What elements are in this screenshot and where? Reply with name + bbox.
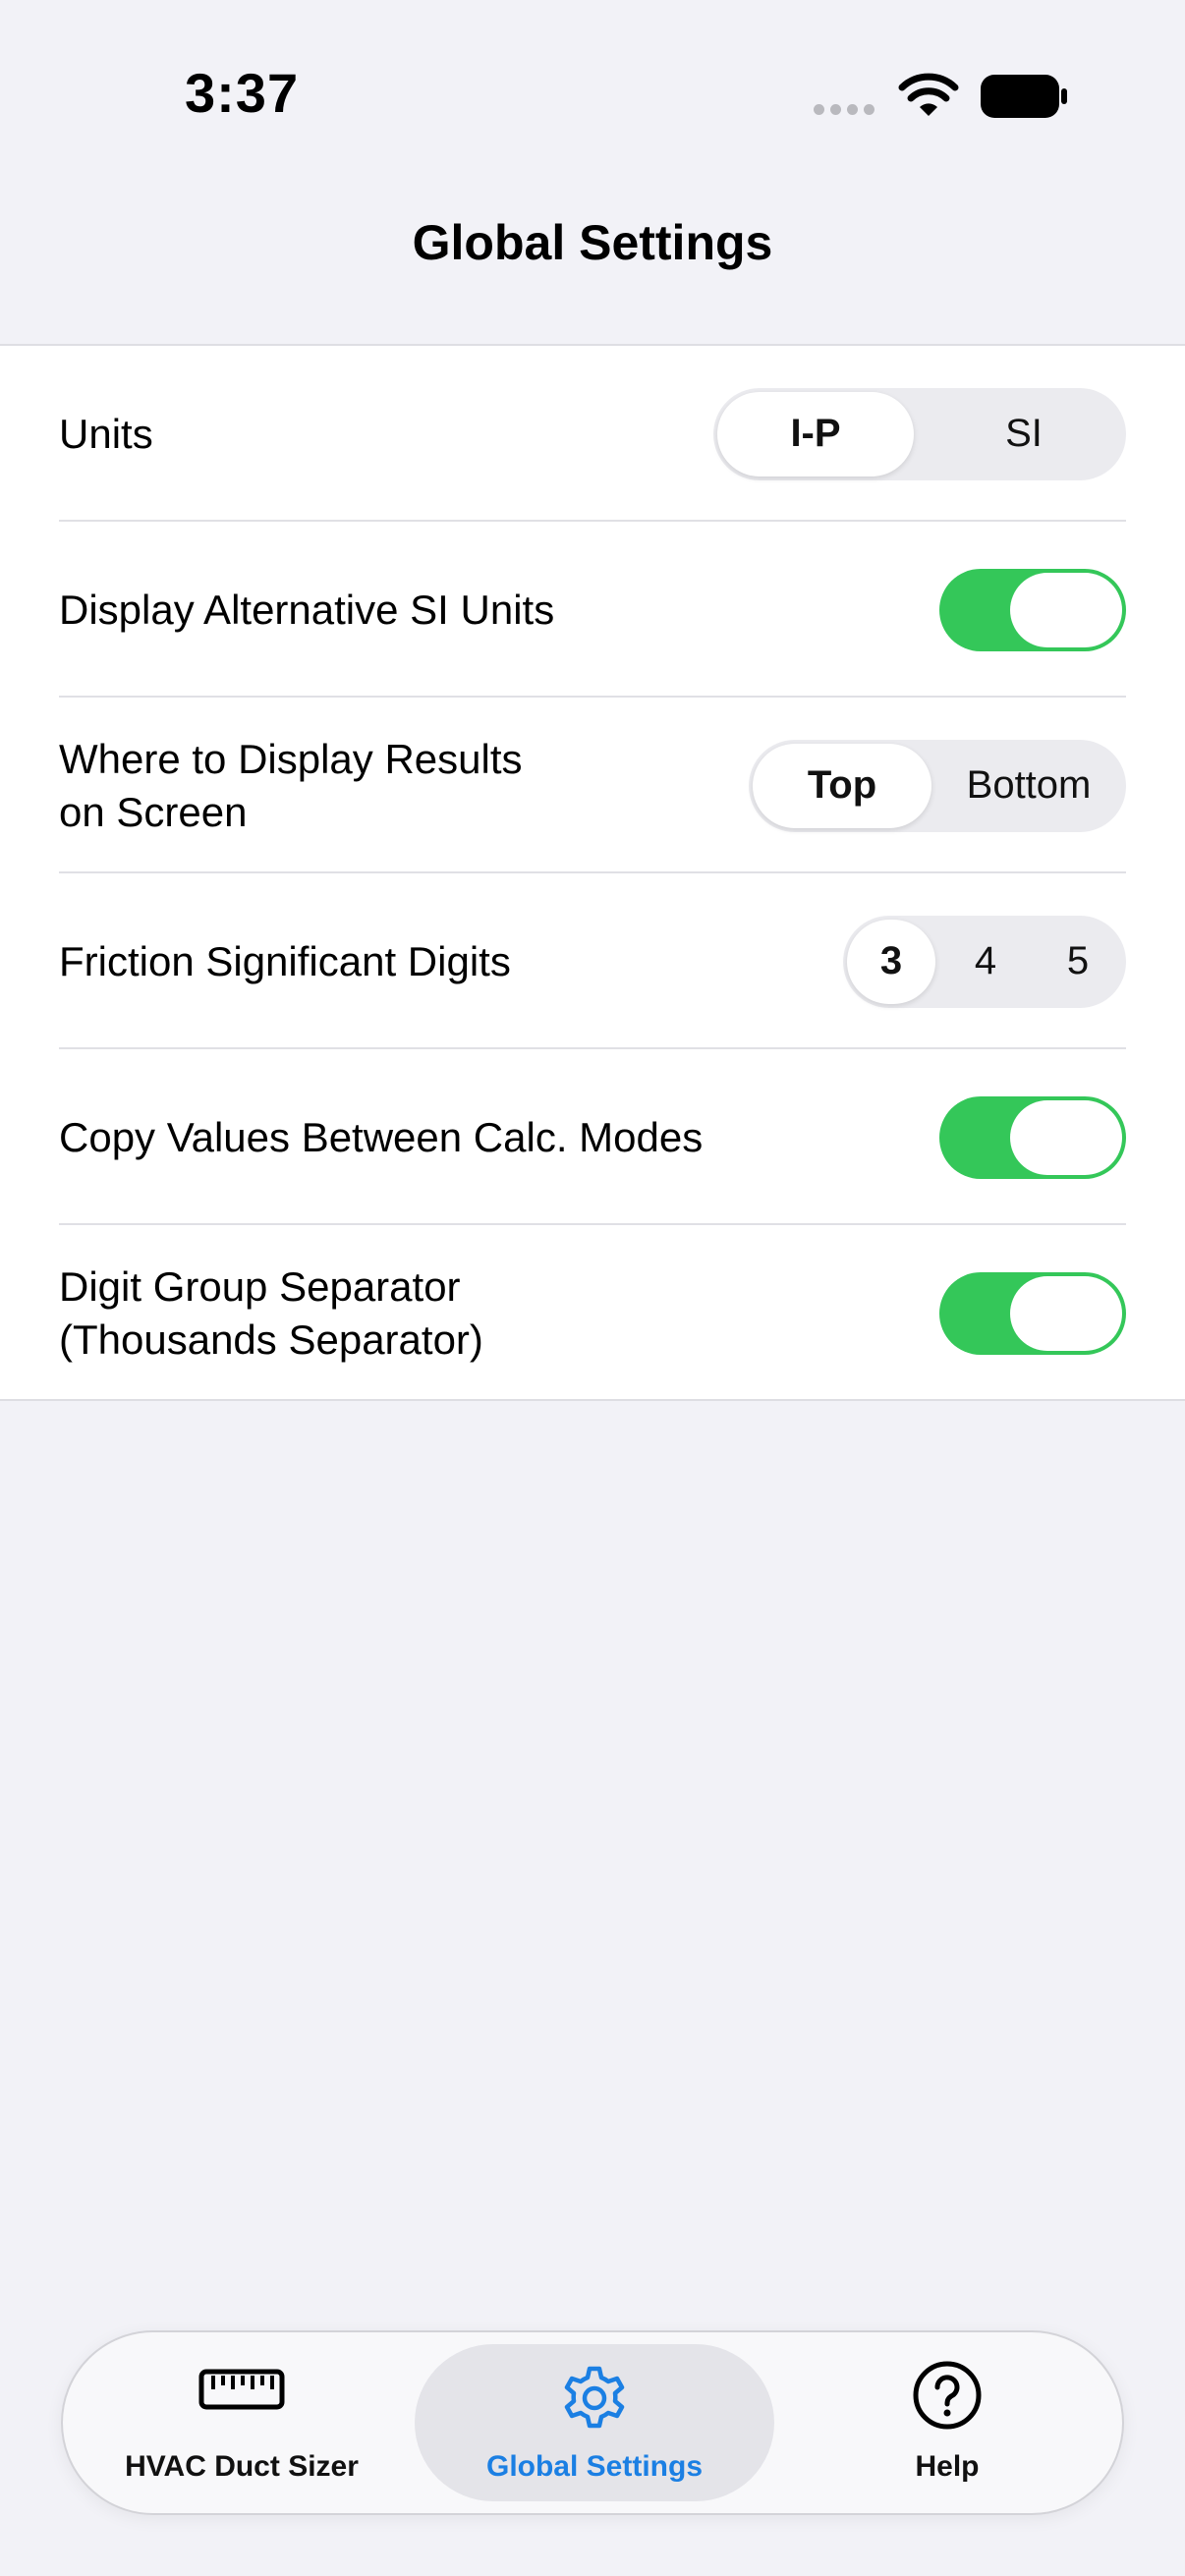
tab-help[interactable]: Help — [780, 2344, 1114, 2501]
results-position-label: Where to Display Results on Screen — [59, 735, 523, 835]
digit-separator-row: Digit Group Separator (Thousands Separat… — [0, 1225, 1185, 1401]
tab-label: Global Settings — [485, 2450, 704, 2483]
alt-si-label: Display Alternative SI Units — [59, 586, 555, 633]
units-option-ip[interactable]: I-P — [717, 391, 914, 476]
units-row: Units I-P SI — [0, 346, 1185, 522]
tab-label: HVAC Duct Sizer — [125, 2450, 359, 2483]
friction-digits-option-5[interactable]: 5 — [1034, 920, 1122, 1004]
copy-values-toggle[interactable] — [939, 1095, 1126, 1179]
copy-values-row: Copy Values Between Calc. Modes — [0, 1049, 1185, 1225]
tab-bar: HVAC Duct Sizer Global Settings Help — [61, 2330, 1124, 2515]
status-time: 3:37 — [185, 62, 300, 124]
tab-hvac-duct-sizer[interactable]: HVAC Duct Sizer — [75, 2344, 409, 2501]
settings-list: Units I-P SI Display Alternative SI Unit… — [0, 344, 1185, 1401]
results-option-top[interactable]: Top — [753, 743, 931, 828]
toggle-knob — [1010, 572, 1122, 647]
toggle-knob — [1010, 1099, 1122, 1175]
page-title: Global Settings — [412, 215, 773, 270]
status-bar: 3:37 — [0, 0, 1185, 196]
units-segmented-control[interactable]: I-P SI — [713, 387, 1126, 480]
digit-separator-toggle[interactable] — [939, 1271, 1126, 1355]
copy-values-label: Copy Values Between Calc. Modes — [59, 1113, 704, 1160]
toggle-knob — [1010, 1275, 1122, 1351]
alt-si-row: Display Alternative SI Units — [0, 522, 1185, 698]
units-label: Units — [59, 410, 153, 457]
ruler-icon — [198, 2369, 285, 2410]
question-circle-icon — [913, 2361, 982, 2430]
results-position-segmented-control[interactable]: Top Bottom — [749, 739, 1126, 832]
tab-label: Help — [915, 2450, 980, 2483]
units-option-si[interactable]: SI — [926, 392, 1122, 476]
battery-icon — [981, 75, 1067, 118]
friction-digits-segmented-control[interactable]: 3 4 5 — [843, 915, 1126, 1008]
tab-global-settings[interactable]: Global Settings — [415, 2344, 774, 2501]
results-position-row: Where to Display Results on Screen Top B… — [0, 698, 1185, 873]
results-option-bottom[interactable]: Bottom — [935, 744, 1122, 828]
gear-icon — [564, 2366, 625, 2429]
digit-separator-label: Digit Group Separator (Thousands Separat… — [59, 1262, 483, 1363]
friction-digits-row: Friction Significant Digits 3 4 5 — [0, 873, 1185, 1049]
wifi-icon — [898, 73, 959, 116]
friction-digits-option-4[interactable]: 4 — [941, 920, 1030, 1004]
alt-si-toggle[interactable] — [939, 568, 1126, 651]
friction-digits-label: Friction Significant Digits — [59, 937, 511, 984]
friction-digits-option-3[interactable]: 3 — [847, 919, 935, 1004]
cellular-signal-icon — [814, 104, 875, 115]
